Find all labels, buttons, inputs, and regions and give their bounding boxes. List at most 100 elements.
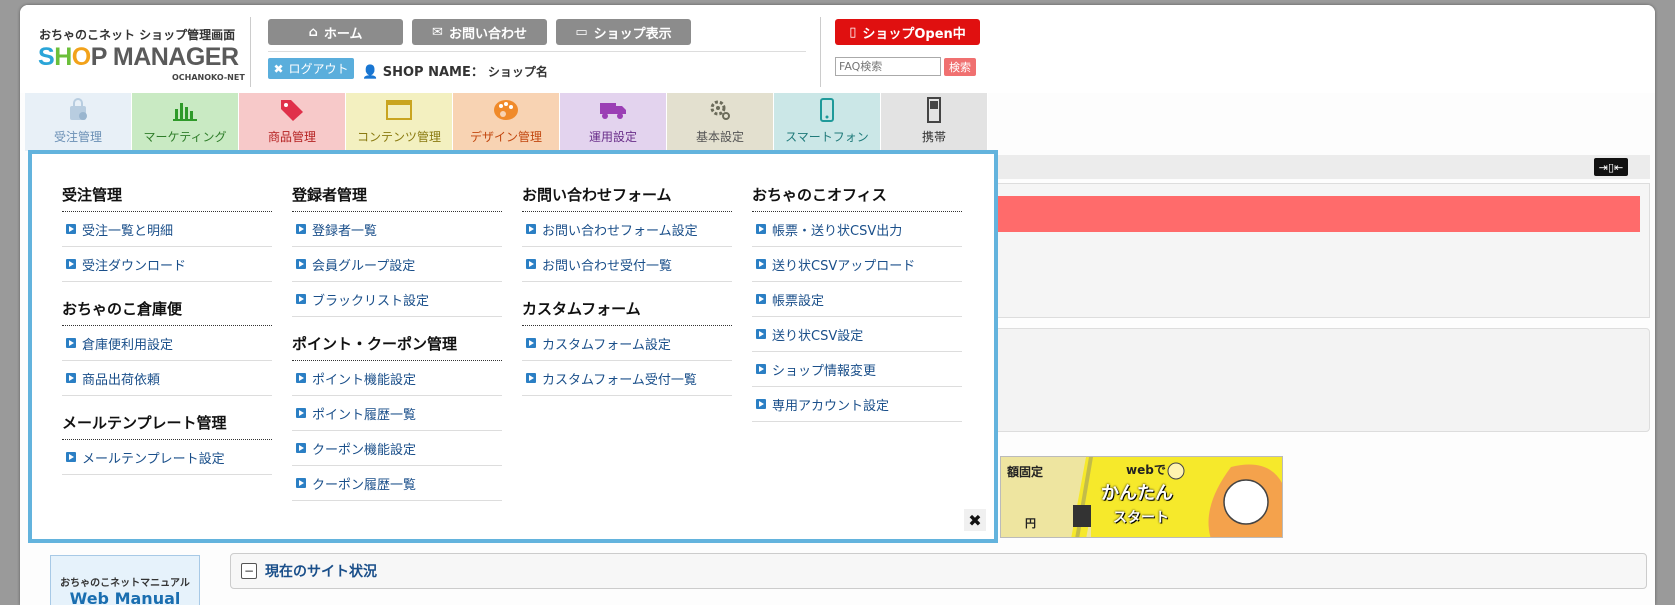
menu-item[interactable]: ショップ情報変更 — [752, 352, 962, 387]
menu-item-label: お問い合わせフォーム設定 — [542, 223, 698, 239]
tab-mobile[interactable]: 携帯 — [881, 93, 988, 151]
menu-column: お問い合わせフォーム お問い合わせフォーム設定 お問い合わせ受付一覧カスタムフォーム… — [522, 184, 732, 412]
arrow-bullet-icon — [66, 452, 76, 462]
tab-design-management[interactable]: デザイン管理 — [453, 93, 560, 151]
promo-banner[interactable]: 額固定 円 webで かんたん スタート — [1000, 456, 1283, 538]
menu-item[interactable]: カスタムフォーム受付一覧 — [522, 361, 732, 396]
menu-item[interactable]: ポイント機能設定 — [292, 361, 502, 396]
faq-search-input[interactable] — [835, 57, 941, 76]
shop-open-status-button[interactable]: ▯ ショップOpen中 — [835, 19, 980, 45]
menu-item-label: クーポン履歴一覧 — [312, 477, 417, 493]
menu-item[interactable]: クーポン機能設定 — [292, 431, 502, 466]
arrow-bullet-icon — [756, 294, 766, 304]
arrow-bullet-icon — [756, 259, 766, 269]
banner-text-web: webで — [1126, 463, 1166, 477]
menu-item-label: 会員グループ設定 — [312, 258, 416, 274]
tab-product-management[interactable]: 商品管理 — [239, 93, 346, 151]
tab-order-management[interactable]: 受注管理 — [25, 93, 132, 151]
arrow-bullet-icon — [756, 399, 766, 409]
site-status-bar[interactable]: − 現在のサイト状況 — [230, 553, 1647, 589]
menu-section: お問い合わせフォーム お問い合わせフォーム設定 お問い合わせ受付一覧 — [522, 184, 732, 282]
menu-item-label: 受注一覧と明細 — [82, 223, 174, 239]
monitor-icon: ▭ — [575, 24, 588, 40]
logo-subtitle: おちゃのこネット ショップ管理画面 — [39, 28, 236, 42]
menu-column: 受注管理受注一覧と明細 受注ダウンロードおちゃのこ倉庫便 倉庫便利用設定 商品出荷依頼… — [62, 184, 272, 491]
close-icon: ✖ — [273, 61, 284, 76]
header-divider — [820, 17, 821, 87]
menu-item[interactable]: 受注ダウンロード — [62, 247, 272, 282]
shop-manager-logo[interactable]: SHOP MANAGER — [38, 43, 239, 72]
menu-item-label: ブラックリスト設定 — [312, 293, 430, 309]
door-icon: ▯ — [849, 24, 857, 40]
window-icon — [386, 98, 412, 122]
menu-item-label: カスタムフォーム設定 — [542, 337, 671, 353]
banner-text-start: スタート — [1113, 510, 1169, 526]
expand-width-button[interactable]: ⇥▯⇤ — [1594, 158, 1628, 176]
arrow-bullet-icon — [296, 478, 306, 488]
tab-basic-settings[interactable]: 基本設定 — [667, 93, 774, 151]
tab-operation-settings[interactable]: 運用設定 — [560, 93, 667, 151]
menu-item-label: 帳票・送り状CSV出力 — [772, 223, 903, 239]
menu-item[interactable]: 倉庫便利用設定 — [62, 326, 272, 361]
smartphone-icon — [819, 98, 835, 122]
arrow-bullet-icon — [296, 259, 306, 269]
menu-item[interactable]: 帳票・送り状CSV出力 — [752, 212, 962, 247]
menu-item-label: カスタムフォーム受付一覧 — [542, 372, 697, 388]
menu-item[interactable]: クーポン履歴一覧 — [292, 466, 502, 501]
menu-section-title: おちゃのこ倉庫便 — [62, 298, 272, 326]
menu-item[interactable]: 登録者一覧 — [292, 212, 502, 247]
arrow-bullet-icon — [296, 443, 306, 453]
faq-search-button[interactable]: 検索 — [944, 58, 976, 76]
menu-item[interactable]: お問い合わせ受付一覧 — [522, 247, 732, 282]
menu-section: 登録者管理 登録者一覧 会員グループ設定 ブラックリスト設定 — [292, 184, 502, 317]
menu-item[interactable]: 会員グループ設定 — [292, 247, 502, 282]
menu-item[interactable]: 送り状CSVアップロード — [752, 247, 962, 282]
menu-section: メールテンプレート管理 メールテンプレート設定 — [62, 412, 272, 475]
menu-item-label: 受注ダウンロード — [82, 258, 187, 274]
gear-icon — [708, 98, 732, 122]
shopping-bag-icon — [67, 98, 89, 122]
banner-text-easy: かんたん — [1101, 483, 1173, 504]
menu-item[interactable]: 送り状CSV設定 — [752, 317, 962, 352]
menu-item[interactable]: お問い合わせフォーム設定 — [522, 212, 732, 247]
contact-button[interactable]: ✉ お問い合わせ — [412, 19, 547, 45]
tab-marketing[interactable]: マーケティング — [132, 93, 239, 151]
menu-item-label: 帳票設定 — [772, 293, 825, 309]
truck-icon — [599, 98, 627, 122]
close-menu-button[interactable]: ✖ — [964, 509, 986, 531]
home-button[interactable]: ⌂ ホーム — [268, 19, 403, 45]
arrow-bullet-icon — [526, 373, 536, 383]
tab-content-management[interactable]: コンテンツ管理 — [346, 93, 453, 151]
user-icon: 👤 — [362, 65, 379, 80]
menu-item[interactable]: 帳票設定 — [752, 282, 962, 317]
menu-section: おちゃのこ倉庫便 倉庫便利用設定 商品出荷依頼 — [62, 298, 272, 396]
tab-smartphone[interactable]: スマートフォン — [774, 93, 881, 151]
menu-item[interactable]: ブラックリスト設定 — [292, 282, 502, 317]
menu-item[interactable]: 専用アカウント設定 — [752, 387, 962, 422]
collapse-icon[interactable]: − — [241, 563, 257, 579]
arrow-bullet-icon — [66, 259, 76, 269]
shop-view-button[interactable]: ▭ ショップ表示 — [556, 19, 691, 45]
banner-text-fixed: 額固定 — [1007, 465, 1044, 479]
arrow-bullet-icon — [756, 329, 766, 339]
category-tabs: 受注管理 マーケティング 商品管理 コンテンツ管理 デザイン管理 運用設定 基本… — [25, 93, 988, 151]
menu-item[interactable]: メールテンプレート設定 — [62, 440, 272, 475]
menu-item-label: 専用アカウント設定 — [772, 398, 890, 414]
mobile-phone-icon — [926, 97, 942, 123]
logout-button[interactable]: ✖ ログアウト — [268, 58, 354, 79]
arrow-bullet-icon — [526, 224, 536, 234]
menu-item[interactable]: ポイント履歴一覧 — [292, 396, 502, 431]
menu-section-title: 受注管理 — [62, 184, 272, 212]
menu-item-label: 送り状CSV設定 — [772, 328, 864, 344]
menu-column: 登録者管理 登録者一覧 会員グループ設定 ブラックリスト設定 ポイント・クーポン管理 ポイ… — [292, 184, 502, 517]
arrow-bullet-icon — [66, 338, 76, 348]
price-tag-icon — [279, 98, 305, 122]
palette-icon — [493, 98, 519, 122]
menu-item[interactable]: カスタムフォーム設定 — [522, 326, 732, 361]
site-status-title: 現在のサイト状況 — [265, 564, 377, 580]
menu-section: カスタムフォーム カスタムフォーム設定 カスタムフォーム受付一覧 — [522, 298, 732, 396]
menu-item[interactable]: 商品出荷依頼 — [62, 361, 272, 396]
web-manual-box[interactable]: おちゃのこネットマニュアル Web Manual — [50, 555, 200, 605]
menu-item[interactable]: 受注一覧と明細 — [62, 212, 272, 247]
menu-item-label: お問い合わせ受付一覧 — [542, 258, 673, 274]
